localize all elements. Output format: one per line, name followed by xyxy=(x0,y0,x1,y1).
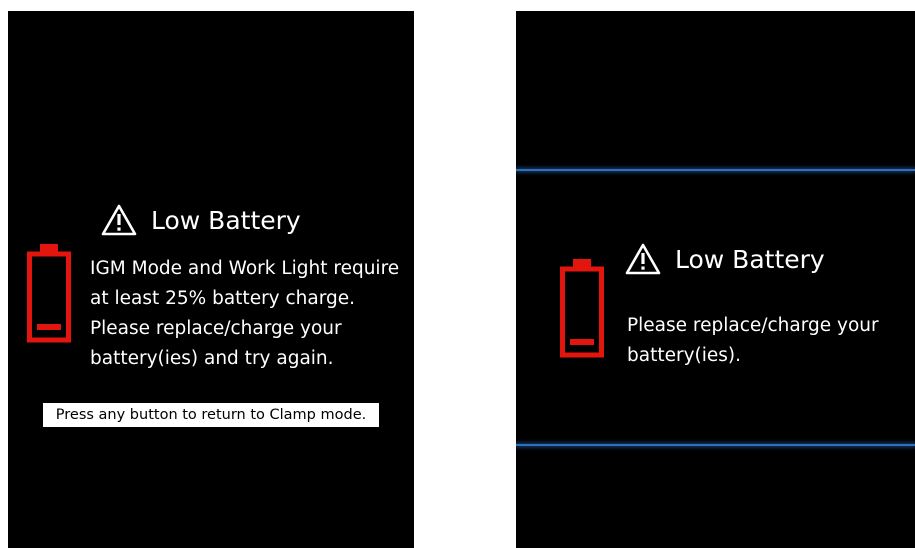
warning-triangle-icon xyxy=(625,243,661,275)
message-line: battery(ies). xyxy=(627,345,741,366)
divider-bottom xyxy=(516,444,915,446)
message-line: battery(ies) and try again. xyxy=(90,348,334,369)
low-battery-screen-right: Low Battery Please replace/charge your b… xyxy=(516,11,915,548)
warning-triangle-icon xyxy=(101,204,137,236)
message-line: at least 25% battery charge. xyxy=(90,288,356,309)
battery-low-icon xyxy=(559,259,605,359)
divider-top xyxy=(516,169,915,171)
message-line: Please replace/charge your xyxy=(627,315,879,336)
low-battery-screen-left: Low Battery IGM Mode and Work Light requ… xyxy=(8,11,414,548)
dialog-title: Low Battery xyxy=(151,205,301,235)
return-hint: Press any button to return to Clamp mode… xyxy=(43,403,379,427)
message-text: IGM Mode and Work Light require at least… xyxy=(90,254,399,374)
message-line: IGM Mode and Work Light require xyxy=(90,258,400,279)
battery-low-icon xyxy=(26,244,72,344)
message-text: Please replace/charge your battery(ies). xyxy=(627,311,879,371)
dialog-title: Low Battery xyxy=(675,244,825,274)
title-row: Low Battery xyxy=(101,204,301,236)
title-row: Low Battery xyxy=(625,243,825,275)
message-line: Please replace/charge your xyxy=(90,318,342,339)
